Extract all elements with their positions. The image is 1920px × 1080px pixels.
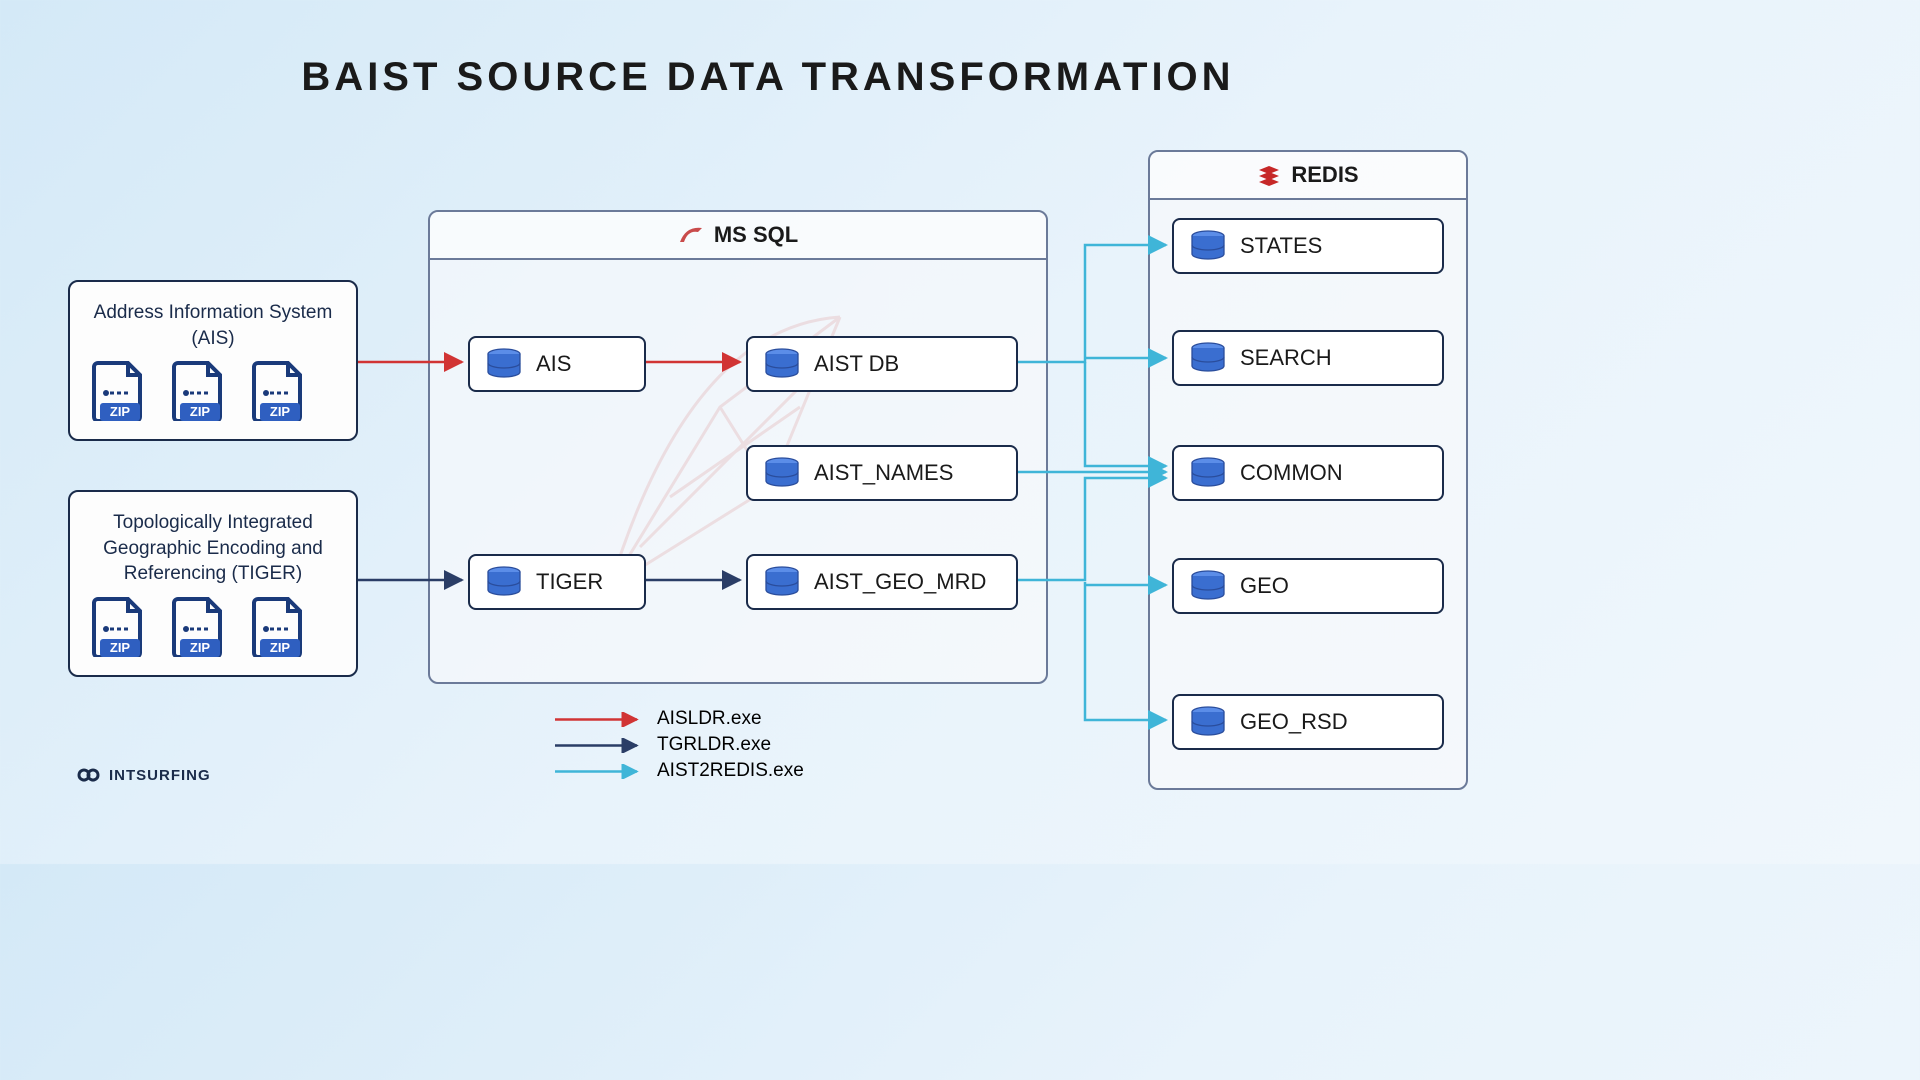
node-geo-label: GEO <box>1240 573 1289 599</box>
node-states-label: STATES <box>1240 233 1322 259</box>
node-tiger: TIGER <box>468 554 646 610</box>
arrow-cyan-icon <box>553 764 643 779</box>
database-icon <box>764 566 800 598</box>
node-common-label: COMMON <box>1240 460 1343 486</box>
node-ais: AIS <box>468 336 646 392</box>
zip-file-icon: ZIP <box>92 361 144 421</box>
svg-text:ZIP: ZIP <box>110 404 131 419</box>
legend-aisldr-label: AISLDR.exe <box>657 708 762 730</box>
node-aist-names-label: AIST_NAMES <box>814 460 953 486</box>
legend-tgrldr-label: TGRLDR.exe <box>657 734 771 756</box>
legend-aist2redis: AIST2REDIS.exe <box>553 760 804 782</box>
svg-text:ZIP: ZIP <box>270 640 291 655</box>
node-states: STATES <box>1172 218 1444 274</box>
database-icon <box>1190 342 1226 374</box>
node-aist-geo-mrd: AIST_GEO_MRD <box>746 554 1018 610</box>
node-ais-label: AIS <box>536 351 571 377</box>
zip-row-tiger: ZIP ZIP ZIP <box>92 597 334 657</box>
arrow-red-icon <box>553 712 643 727</box>
arrow-navy-icon <box>553 738 643 753</box>
brand-label: INTSURFING <box>109 767 211 784</box>
node-search-label: SEARCH <box>1240 345 1332 371</box>
database-icon <box>764 348 800 380</box>
brand-logo-icon <box>75 766 101 784</box>
node-aist-db-label: AIST DB <box>814 351 899 377</box>
zip-file-icon: ZIP <box>252 361 304 421</box>
legend-aist2redis-label: AIST2REDIS.exe <box>657 760 804 782</box>
node-aist-geo-mrd-label: AIST_GEO_MRD <box>814 569 986 595</box>
redis-icon <box>1257 164 1281 186</box>
database-icon <box>486 348 522 380</box>
diagram-title: BAIST SOURCE DATA TRANSFORMATION <box>0 0 1536 100</box>
svg-text:ZIP: ZIP <box>190 640 211 655</box>
node-geo-rsd: GEO_RSD <box>1172 694 1444 750</box>
mssql-icon <box>678 224 704 246</box>
node-common: COMMON <box>1172 445 1444 501</box>
node-aist-names: AIST_NAMES <box>746 445 1018 501</box>
svg-text:ZIP: ZIP <box>190 404 211 419</box>
source-ais: Address Information System (AIS) ZIP ZIP… <box>68 280 358 441</box>
node-aist-db: AIST DB <box>746 336 1018 392</box>
legend-aisldr: AISLDR.exe <box>553 708 804 730</box>
source-tiger: Topologically Integrated Geographic Enco… <box>68 490 358 677</box>
zip-file-icon: ZIP <box>92 597 144 657</box>
node-tiger-label: TIGER <box>536 569 603 595</box>
source-tiger-label: Topologically Integrated Geographic Enco… <box>92 510 334 587</box>
database-icon <box>486 566 522 598</box>
panel-redis-title: REDIS <box>1291 162 1358 188</box>
zip-file-icon: ZIP <box>252 597 304 657</box>
database-icon <box>764 457 800 489</box>
panel-mssql-header: MS SQL <box>430 212 1046 260</box>
svg-text:ZIP: ZIP <box>110 640 131 655</box>
legend-tgrldr: TGRLDR.exe <box>553 734 804 756</box>
database-icon <box>1190 570 1226 602</box>
database-icon <box>1190 457 1226 489</box>
brand: INTSURFING <box>75 766 211 784</box>
database-icon <box>1190 706 1226 738</box>
node-search: SEARCH <box>1172 330 1444 386</box>
svg-text:ZIP: ZIP <box>270 404 291 419</box>
database-icon <box>1190 230 1226 262</box>
source-ais-label: Address Information System (AIS) <box>92 300 334 351</box>
node-geo-rsd-label: GEO_RSD <box>1240 709 1348 735</box>
zip-row-ais: ZIP ZIP ZIP <box>92 361 334 421</box>
panel-mssql-title: MS SQL <box>714 222 798 248</box>
zip-file-icon: ZIP <box>172 361 224 421</box>
zip-file-icon: ZIP <box>172 597 224 657</box>
legend: AISLDR.exe TGRLDR.exe AIST2REDIS.exe <box>553 708 804 786</box>
panel-redis-header: REDIS <box>1150 152 1466 200</box>
node-geo: GEO <box>1172 558 1444 614</box>
